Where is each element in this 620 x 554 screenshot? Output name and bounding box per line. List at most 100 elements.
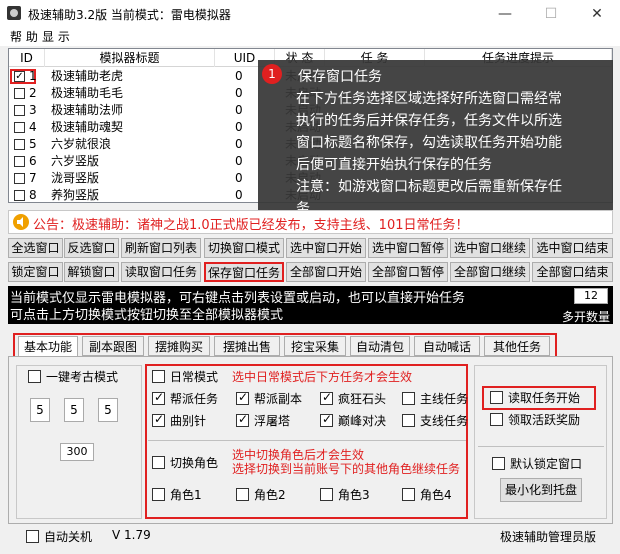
action-button[interactable]: 解锁窗口 [64,262,119,282]
row-id: 4 [29,120,37,134]
task-checkbox[interactable] [236,390,249,405]
divider [148,440,466,441]
action-button[interactable]: 全部窗口暂停 [368,262,448,282]
role-checkbox[interactable] [152,488,165,501]
action-button[interactable]: 全部窗口继续 [450,262,530,282]
maximize-button[interactable]: ☐ [528,0,574,28]
task-checkbox[interactable] [152,390,165,405]
edition-label: 极速辅助管理员版 [500,530,597,544]
tab[interactable]: 基本功能 [18,336,78,358]
action-button[interactable]: 选中窗口继续 [450,238,530,258]
task-label: 巅峰对决 [338,414,387,428]
num-input-3[interactable]: 5 [98,398,118,422]
row-uid: 0 [235,69,243,83]
menu-bar: 帮 助 显 示 [0,28,620,46]
callout-line: 后便可直接开始执行保存的任务 [296,157,492,173]
exam-mode-checkbox[interactable] [28,370,41,383]
row-title: 六岁竖版 [51,154,100,168]
switch-role-checkbox[interactable] [152,456,165,469]
menu-display[interactable]: 显 示 [42,28,70,46]
minimize-button[interactable]: — [482,0,528,28]
tab[interactable]: 摆摊购买 [148,336,210,356]
tab[interactable]: 其他任务 [484,336,550,356]
col-title[interactable]: 模拟器标题 [45,49,215,67]
callout-line: 注意：如游戏窗口标题更改后需重新保存任 [296,179,562,195]
row-id: 5 [29,137,37,151]
read-task-checkbox[interactable] [490,391,503,404]
action-button[interactable]: 锁定窗口 [8,262,63,282]
action-button[interactable]: 全部窗口结束 [532,262,613,282]
action-button[interactable]: 切换窗口模式 [204,238,284,258]
num-input-1[interactable]: 5 [30,398,50,422]
row-checkbox[interactable] [14,105,25,116]
callout-overlay: 1 保存窗口任务 在下方任务选择区域选择好所选窗口需经常 执行的任务后并保存任务… [258,60,613,217]
num-input-2[interactable]: 5 [64,398,84,422]
auto-shutdown-checkbox[interactable] [26,530,39,543]
lock-default-label: 默认锁定窗口 [510,457,583,471]
row-checkbox[interactable] [14,173,25,184]
status-line-2: 可点击上方切换模式按钮切换至全部模拟器模式 [10,308,284,323]
daily-mode-checkbox[interactable] [152,370,165,383]
task-checkbox[interactable] [402,392,415,405]
action-button[interactable]: 读取窗口任务 [121,262,201,282]
task-checkbox[interactable] [320,412,333,427]
role-note-2: 选择切换到当前账号下的其他角色继续任务 [232,462,461,476]
row-checkbox[interactable] [14,139,25,150]
task-checkbox[interactable] [152,412,165,427]
callout-line: 窗口标题名称保存，勾选读取任务开始功能 [296,135,562,151]
row-uid: 0 [235,137,243,151]
role-checkbox[interactable] [320,488,333,501]
action-button[interactable]: 全部窗口开始 [286,262,366,282]
action-button[interactable]: 全选窗口 [8,238,63,258]
task-label: 帮派副本 [254,392,303,406]
row-checkbox[interactable] [14,122,25,133]
role-label: 角色4 [420,488,452,502]
exam-mode-label: 一键考古模式 [46,370,119,384]
lock-default-checkbox[interactable] [492,457,505,470]
row-checkbox[interactable] [14,190,25,201]
minimize-to-tray-button[interactable]: 最小化到托盘 [500,478,582,502]
row-title: 极速辅助老虎 [51,69,124,83]
tab[interactable]: 挖宝采集 [284,336,346,356]
role-checkbox[interactable] [236,488,249,501]
tab[interactable]: 自动喊话 [414,336,480,356]
action-button[interactable]: 刷新窗口列表 [121,238,201,258]
row-id: 6 [29,154,37,168]
auto-shutdown-label: 自动关机 [44,530,93,544]
action-button[interactable]: 选中窗口开始 [286,238,366,258]
row-checkbox[interactable]: ✓ [14,71,25,82]
action-button[interactable]: 选中窗口结束 [532,238,613,258]
callout-title: 保存窗口任务 [298,69,382,85]
action-button[interactable]: 保存窗口任务 [204,262,284,282]
tab[interactable]: 自动清包 [350,336,410,356]
claim-reward-label: 领取活跃奖励 [508,413,581,427]
multi-count-input[interactable]: 12 [574,288,608,304]
task-checkbox[interactable] [236,412,249,427]
close-button[interactable]: ✕ [574,0,620,28]
task-checkbox[interactable] [402,414,415,427]
num-input-4[interactable]: 300 [60,443,94,461]
version-label: V 1.79 [112,528,151,542]
row-checkbox[interactable] [14,156,25,167]
switch-role-label: 切换角色 [170,456,219,470]
role-label: 角色2 [254,488,286,502]
action-button[interactable]: 选中窗口暂停 [368,238,448,258]
task-label: 疯狂石头 [338,392,387,406]
action-button[interactable]: 反选窗口 [64,238,119,258]
status-area: 当前模式仅显示雷电模拟器，可右键点击列表设置或启动，也可以直接开始任务 可点击上… [8,286,613,324]
row-uid: 0 [235,188,243,202]
row-uid: 0 [235,120,243,134]
claim-reward-checkbox[interactable] [490,413,503,426]
menu-help[interactable]: 帮 助 [10,28,38,46]
row-id: 1 [29,69,37,83]
left-group [16,365,142,519]
col-id[interactable]: ID [9,49,45,67]
role-checkbox[interactable] [402,488,415,501]
row-checkbox[interactable] [14,88,25,99]
task-checkbox[interactable] [320,390,333,405]
multi-count-label: 多开数量 [562,310,611,324]
tab[interactable]: 摆摊出售 [214,336,280,356]
daily-mode-label: 日常模式 [170,370,219,384]
divider [478,446,604,447]
tab[interactable]: 副本跟图 [82,336,144,356]
